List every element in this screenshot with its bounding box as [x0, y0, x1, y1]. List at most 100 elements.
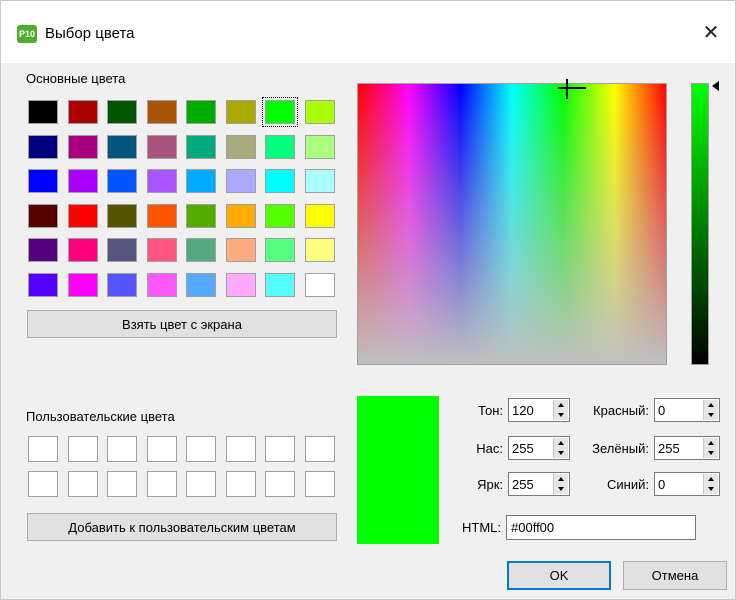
basic-color-swatch[interactable]	[68, 238, 98, 262]
custom-colors-label: Пользовательские цвета	[26, 409, 175, 424]
custom-color-swatch[interactable]	[226, 436, 256, 462]
value-stepper[interactable]	[553, 474, 568, 494]
basic-colors-label: Основные цвета	[26, 71, 126, 86]
app-icon: P10	[17, 25, 37, 43]
red-stepper[interactable]	[703, 400, 718, 420]
saturation-value: 255	[512, 441, 534, 456]
basic-color-swatch[interactable]	[186, 273, 216, 297]
basic-color-swatch[interactable]	[107, 204, 137, 228]
custom-color-swatch[interactable]	[147, 436, 177, 462]
red-label: Красный:	[593, 403, 649, 418]
basic-color-swatch[interactable]	[226, 273, 256, 297]
custom-color-swatch[interactable]	[265, 436, 295, 462]
custom-color-swatch[interactable]	[68, 436, 98, 462]
basic-color-swatch[interactable]	[186, 135, 216, 159]
custom-color-swatch[interactable]	[68, 471, 98, 497]
basic-color-swatch[interactable]	[305, 204, 335, 228]
basic-color-swatch[interactable]	[265, 169, 295, 193]
basic-color-swatch[interactable]	[305, 273, 335, 297]
basic-color-swatch[interactable]	[147, 100, 177, 124]
basic-color-swatch[interactable]	[28, 100, 58, 124]
basic-color-swatch[interactable]	[68, 169, 98, 193]
hue-stepper[interactable]	[553, 400, 568, 420]
close-icon[interactable]: ✕	[691, 15, 731, 49]
basic-color-swatch[interactable]	[28, 238, 58, 262]
value-label: Ярк:	[477, 477, 503, 492]
basic-color-swatch[interactable]	[107, 238, 137, 262]
green-stepper[interactable]	[703, 438, 718, 458]
basic-color-swatch[interactable]	[107, 169, 137, 193]
custom-color-swatch[interactable]	[107, 471, 137, 497]
saturation-spinbox[interactable]: 255	[508, 436, 570, 460]
basic-color-swatch[interactable]	[262, 97, 298, 127]
basic-color-swatch[interactable]	[107, 135, 137, 159]
html-color-value: #00ff00	[511, 520, 555, 535]
basic-color-swatch[interactable]	[147, 135, 177, 159]
basic-color-swatch[interactable]	[265, 204, 295, 228]
basic-color-swatch[interactable]	[186, 204, 216, 228]
basic-color-swatch[interactable]	[226, 238, 256, 262]
ok-button[interactable]: OK	[507, 561, 611, 590]
basic-color-swatch[interactable]	[68, 135, 98, 159]
basic-color-swatch[interactable]	[305, 169, 335, 193]
saturation-stepper[interactable]	[553, 438, 568, 458]
basic-color-swatch[interactable]	[226, 204, 256, 228]
green-spinbox[interactable]: 255	[654, 436, 720, 460]
custom-color-swatch[interactable]	[305, 471, 335, 497]
basic-color-swatch[interactable]	[107, 273, 137, 297]
basic-color-swatch[interactable]	[28, 273, 58, 297]
current-color-preview	[357, 396, 439, 544]
red-spinbox[interactable]: 0	[654, 398, 720, 422]
luminance-slider[interactable]	[691, 83, 709, 365]
basic-color-swatch[interactable]	[68, 204, 98, 228]
blue-label: Синий:	[607, 477, 649, 492]
color-picker-dialog: P10 Выбор цвета ✕ Основные цвета Взять ц…	[0, 0, 736, 600]
basic-color-swatch[interactable]	[305, 135, 335, 159]
basic-color-swatch[interactable]	[107, 100, 137, 124]
custom-color-swatch[interactable]	[305, 436, 335, 462]
custom-color-swatch[interactable]	[107, 436, 137, 462]
custom-color-swatch[interactable]	[226, 471, 256, 497]
blue-spinbox[interactable]: 0	[654, 472, 720, 496]
basic-color-swatch[interactable]	[147, 204, 177, 228]
dialog-title: Выбор цвета	[45, 25, 135, 42]
value-spinbox[interactable]: 255	[508, 472, 570, 496]
basic-color-swatch[interactable]	[147, 169, 177, 193]
custom-color-swatch[interactable]	[28, 471, 58, 497]
cancel-button[interactable]: Отмена	[623, 561, 727, 590]
basic-color-swatch[interactable]	[265, 238, 295, 262]
hue-label: Тон:	[478, 403, 503, 418]
custom-color-swatch[interactable]	[147, 471, 177, 497]
basic-color-swatch[interactable]	[28, 204, 58, 228]
blue-value: 0	[658, 477, 666, 492]
basic-color-swatch[interactable]	[305, 238, 335, 262]
hue-saturation-spectrum[interactable]	[357, 83, 667, 365]
luminance-arrow-icon[interactable]	[712, 81, 719, 91]
basic-color-swatch[interactable]	[28, 169, 58, 193]
basic-color-swatch[interactable]	[226, 135, 256, 159]
add-custom-color-button[interactable]: Добавить к пользовательским цветам	[27, 513, 337, 541]
basic-color-swatch[interactable]	[305, 100, 335, 124]
basic-color-swatch[interactable]	[28, 135, 58, 159]
basic-color-swatch[interactable]	[226, 100, 256, 124]
custom-color-swatch[interactable]	[265, 471, 295, 497]
basic-color-swatch[interactable]	[186, 100, 216, 124]
basic-color-swatch[interactable]	[186, 169, 216, 193]
custom-color-swatch[interactable]	[186, 471, 216, 497]
blue-stepper[interactable]	[703, 474, 718, 494]
basic-color-swatch[interactable]	[265, 135, 295, 159]
pick-screen-color-button[interactable]: Взять цвет с экрана	[27, 310, 337, 338]
basic-color-swatch[interactable]	[186, 238, 216, 262]
basic-color-swatch[interactable]	[147, 273, 177, 297]
custom-color-swatch[interactable]	[28, 436, 58, 462]
basic-color-swatch[interactable]	[68, 273, 98, 297]
custom-color-swatch[interactable]	[186, 436, 216, 462]
basic-color-swatch[interactable]	[68, 100, 98, 124]
spectrum-crosshair[interactable]	[558, 79, 586, 101]
red-value: 0	[658, 403, 666, 418]
hue-spinbox[interactable]: 120	[508, 398, 570, 422]
basic-color-swatch[interactable]	[147, 238, 177, 262]
basic-color-swatch[interactable]	[265, 273, 295, 297]
basic-color-swatch[interactable]	[226, 169, 256, 193]
html-color-input[interactable]: #00ff00	[506, 515, 696, 540]
